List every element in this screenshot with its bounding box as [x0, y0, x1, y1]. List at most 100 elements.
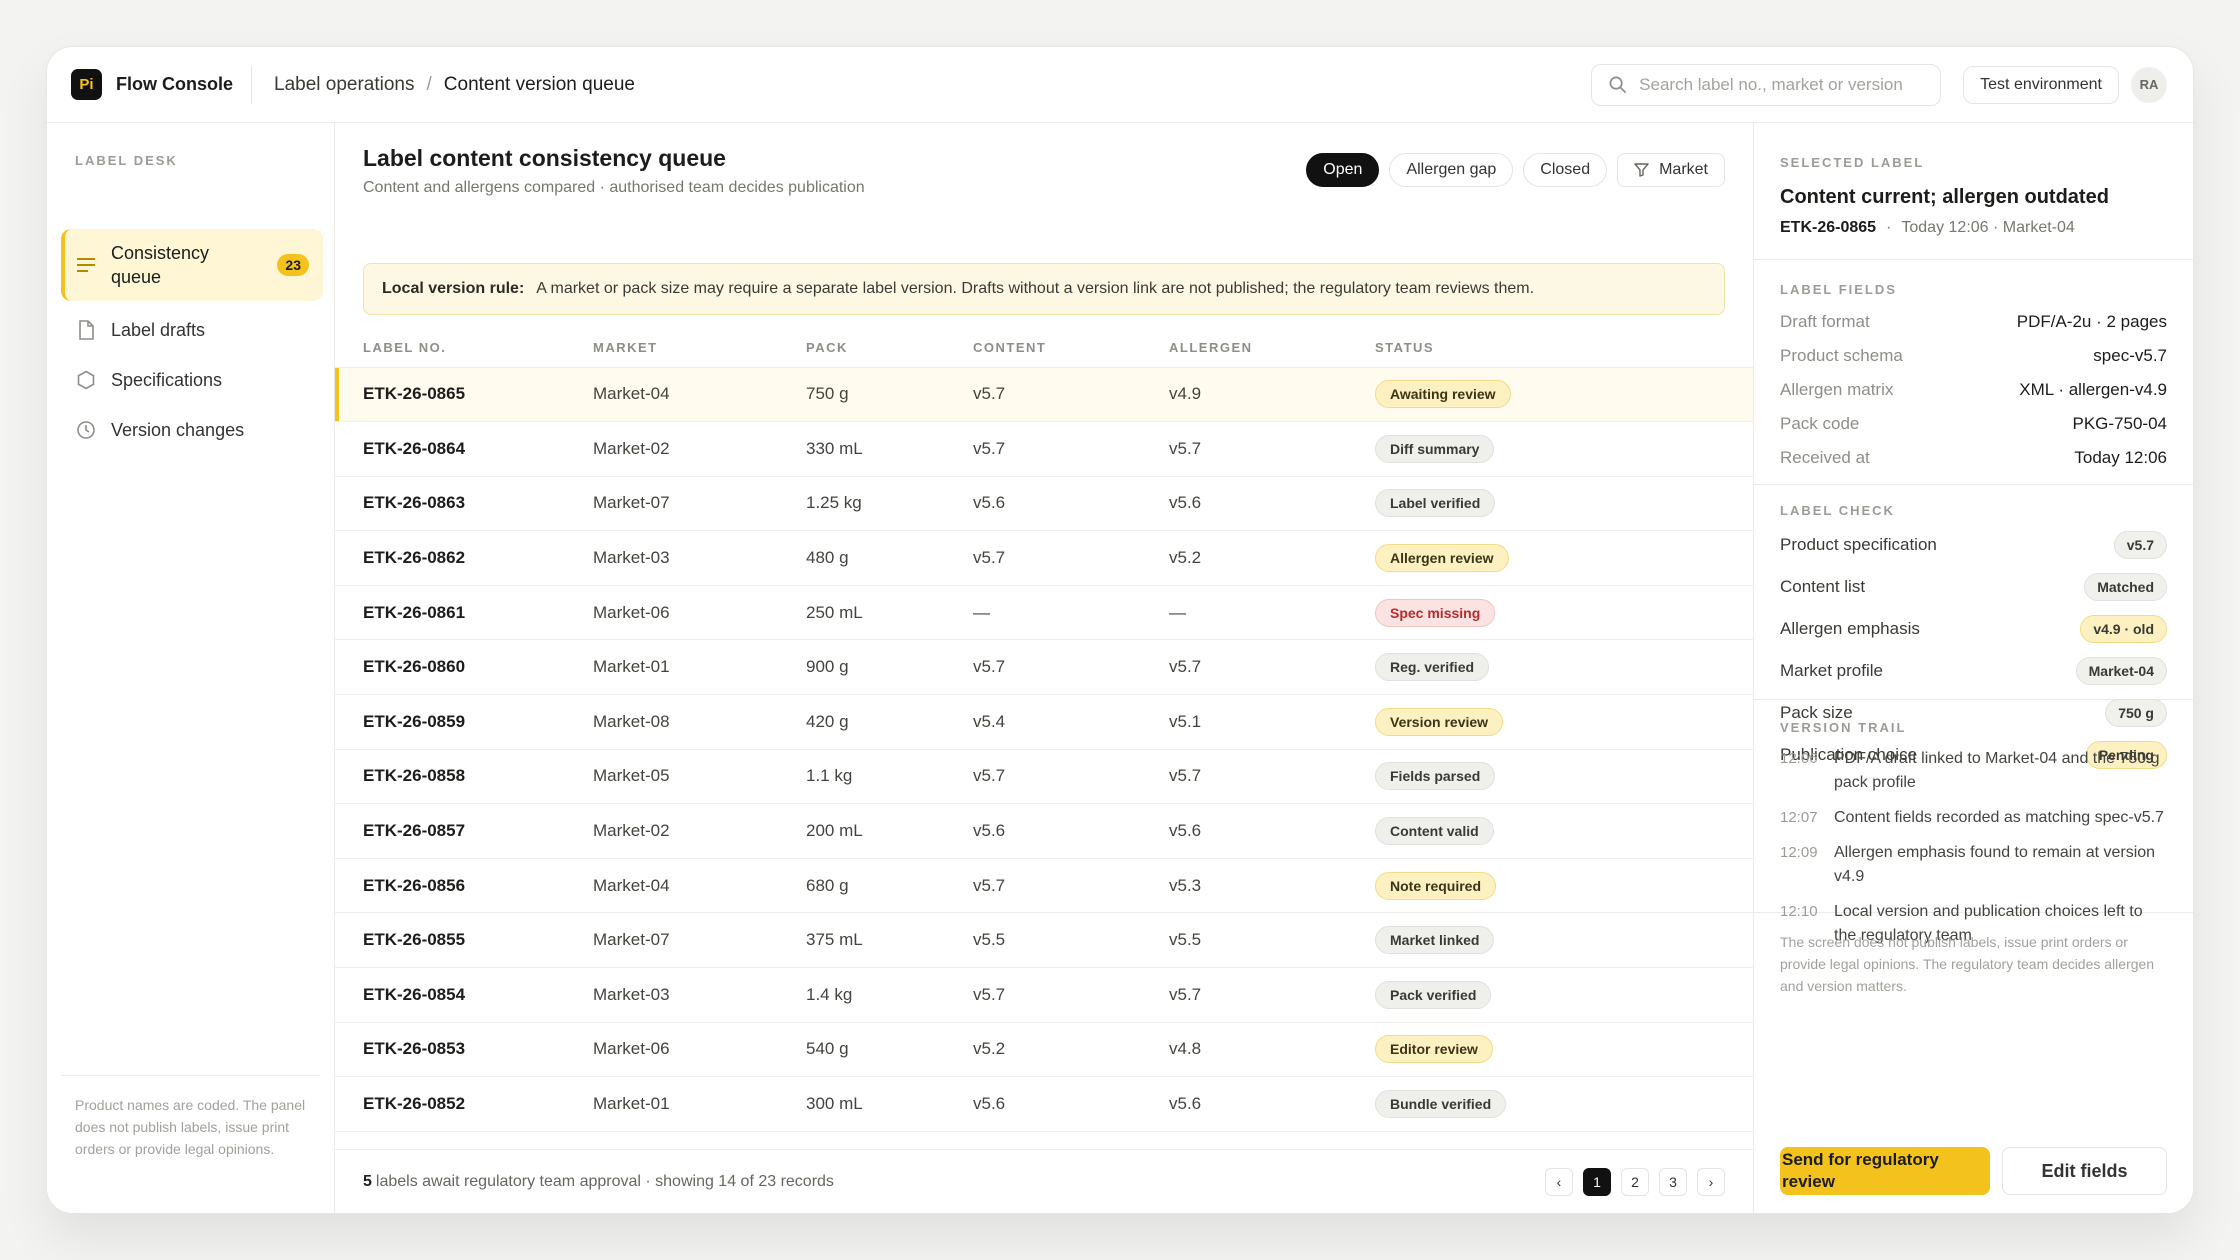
table-header-row: LABEL NO. MARKET PACK CONTENT ALLERGEN S… [335, 329, 1753, 368]
cell-content-version: v5.6 [973, 803, 1169, 859]
cell-market: Market-02 [593, 421, 806, 477]
status-badge: Fields parsed [1375, 762, 1496, 791]
field-key: Allergen matrix [1780, 380, 1894, 399]
status-badge: Reg. verified [1375, 653, 1490, 682]
column-header-status[interactable]: STATUS [1375, 329, 1753, 368]
sidebar-item-label-drafts[interactable]: Label drafts [61, 305, 323, 355]
hexagon-icon [75, 369, 97, 391]
cell-allergen-version: v5.6 [1169, 803, 1375, 859]
check-result-badge: Market-04 [2075, 657, 2167, 685]
table-row[interactable]: ETK-26-0853 Market-06 540 g v5.2 v4.8 Editor … [335, 1022, 1753, 1078]
label-check-section: LABEL CHECK Product specification v5.7 Con… [1754, 485, 2193, 769]
label-check-row: Allergen emphasis v4.9 · old [1780, 608, 2167, 650]
field-value: XML · allergen-v4.9 [2019, 380, 2167, 399]
column-header-pack[interactable]: PACK [806, 329, 973, 368]
filter-closed[interactable]: Closed [1523, 153, 1608, 187]
cell-label-no: ETK-26-0861 [335, 585, 593, 641]
label-queue-table: LABEL NO. MARKET PACK CONTENT ALLERGEN S… [335, 329, 1753, 1132]
prev-page-button[interactable]: ‹ [1545, 1167, 1573, 1196]
cell-allergen-version: v4.8 [1169, 1022, 1375, 1078]
brand[interactable]: Pi Flow Console [47, 69, 251, 100]
check-name: Product specification [1780, 535, 1937, 554]
table-row[interactable]: ETK-26-0852 Market-01 300 mL v5.6 v5.6 Bundle… [335, 1076, 1753, 1132]
label-field-row: Product schema spec-v5.7 [1780, 339, 2167, 373]
filter-allergen-gap[interactable]: Allergen gap [1389, 153, 1514, 187]
edit-fields-button[interactable]: Edit fields [2002, 1147, 2167, 1195]
breadcrumb-parent[interactable]: Label operations [274, 74, 415, 96]
page-button-2[interactable]: 2 [1621, 1167, 1649, 1196]
trail-text: PDF/A draft linked to Market-04 and the … [1834, 750, 2160, 791]
breadcrumb: Label operations / Content version queue [274, 74, 635, 96]
awaiting-count: 5 [363, 1172, 372, 1190]
cell-pack: 750 g [806, 367, 973, 423]
avatar[interactable]: RA [2131, 66, 2167, 103]
cell-allergen-version: v5.3 [1169, 858, 1375, 914]
top-bar: Pi Flow Console Label operations / Conte… [47, 47, 2193, 123]
field-key: Pack code [1780, 414, 1860, 433]
cell-status: Bundle verified [1375, 1076, 1753, 1132]
market-filter-button[interactable]: Market [1617, 153, 1725, 187]
cell-status: Reg. verified [1375, 639, 1753, 696]
column-header-allergen[interactable]: ALLERGEN [1169, 329, 1375, 368]
table-row[interactable]: ETK-26-0861 Market-06 250 mL — — Spec missing [335, 585, 1753, 641]
cell-market: Market-07 [593, 476, 806, 532]
label-field-row: Pack code PKG-750-04 [1780, 407, 2167, 441]
cell-label-no: ETK-26-0858 [335, 749, 593, 805]
queue-count-badge: 23 [277, 254, 309, 276]
cell-label-no: ETK-26-0864 [335, 421, 593, 477]
cell-content-version: v5.7 [973, 530, 1169, 586]
page-button-1[interactable]: 1 [1583, 1167, 1611, 1196]
panel-actions: Send for regulatory review Edit fields [1780, 1147, 2167, 1195]
table-row[interactable]: ETK-26-0859 Market-08 420 g v5.4 v5.1 Version… [335, 694, 1753, 750]
check-name: Content list [1780, 577, 1866, 596]
sidebar-item-consistency-queue[interactable]: Consistency queue 23 [61, 229, 323, 301]
cell-content-version: v5.4 [973, 694, 1169, 750]
table-row[interactable]: ETK-26-0855 Market-07 375 mL v5.5 v5.5 Market… [335, 912, 1753, 969]
table-row[interactable]: ETK-26-0863 Market-07 1.25 kg v5.6 v5.6 Label… [335, 476, 1753, 532]
sidebar-item-specifications[interactable]: Specifications [61, 355, 323, 405]
environment-button[interactable]: Test environment [1963, 65, 2119, 104]
breadcrumb-current: Content version queue [443, 73, 635, 95]
clock-icon [75, 419, 97, 441]
version-trail-section: VERSION TRAIL 12:06 PDF/A draft linked to… [1754, 700, 2193, 944]
table-row[interactable]: ETK-26-0864 Market-02 330 mL v5.7 v5.7 Diff s… [335, 421, 1753, 477]
cell-label-no: ETK-26-0855 [335, 912, 593, 969]
cell-status: Content valid [1375, 803, 1753, 859]
column-header-market[interactable]: MARKET [593, 329, 806, 368]
cell-pack: 900 g [806, 639, 973, 696]
table-row[interactable]: ETK-26-0856 Market-04 680 g v5.7 v5.3 Note re… [335, 858, 1753, 914]
sidebar-footer-note: Product names are coded. The panel does … [61, 1075, 320, 1213]
sidebar-nav: Consistency queue 23 Label drafts Specif… [61, 229, 323, 455]
filter-open[interactable]: Open [1306, 153, 1380, 187]
rule-label: Local version rule: [382, 280, 525, 297]
status-badge: Label verified [1375, 489, 1496, 518]
pagination: ‹ 1 2 3 › [1545, 1167, 1725, 1196]
cell-market: Market-04 [593, 367, 806, 423]
page-title: Label content consistency queue [363, 145, 726, 171]
table-row[interactable]: ETK-26-0860 Market-01 900 g v5.7 v5.7 Reg. ve… [335, 639, 1753, 696]
cell-allergen-version: v5.7 [1169, 421, 1375, 477]
send-for-review-button[interactable]: Send for regulatory review [1780, 1147, 1990, 1195]
label-check-row: Content list Matched [1780, 566, 2167, 608]
column-header-label-no[interactable]: LABEL NO. [335, 329, 593, 368]
column-header-content[interactable]: CONTENT [973, 329, 1169, 368]
search-box[interactable] [1591, 63, 1942, 106]
field-value: PKG-750-04 [2072, 414, 2168, 433]
label-fields-title: LABEL FIELDS [1780, 282, 1897, 297]
search-input[interactable] [1639, 74, 1920, 95]
field-value: PDF/A-2u · 2 pages [2016, 312, 2167, 331]
table-row[interactable]: ETK-26-0857 Market-02 200 mL v5.6 v5.6 Conten… [335, 803, 1753, 859]
header-actions: Test environment RA [1591, 63, 2193, 106]
table-row[interactable]: ETK-26-0858 Market-05 1.1 kg v5.7 v5.7 Fields… [335, 749, 1753, 805]
cell-content-version: v5.6 [973, 476, 1169, 532]
page-button-3[interactable]: 3 [1659, 1167, 1687, 1196]
cell-pack: 330 mL [806, 421, 973, 477]
table-row[interactable]: ETK-26-0865 Market-04 750 g v5.7 v4.9 Awaitin… [335, 367, 1753, 423]
table-row[interactable]: ETK-26-0862 Market-03 480 g v5.7 v5.2 Allerge… [335, 530, 1753, 586]
next-page-button[interactable]: › [1697, 1167, 1725, 1196]
table-row[interactable]: ETK-26-0854 Market-03 1.4 kg v5.7 v5.7 Pack v… [335, 967, 1753, 1023]
status-badge: Editor review [1375, 1035, 1493, 1064]
sidebar-item-version-changes[interactable]: Version changes [61, 405, 323, 455]
sidebar-item-label: Label drafts [111, 320, 206, 340]
status-badge: Diff summary [1375, 434, 1495, 463]
